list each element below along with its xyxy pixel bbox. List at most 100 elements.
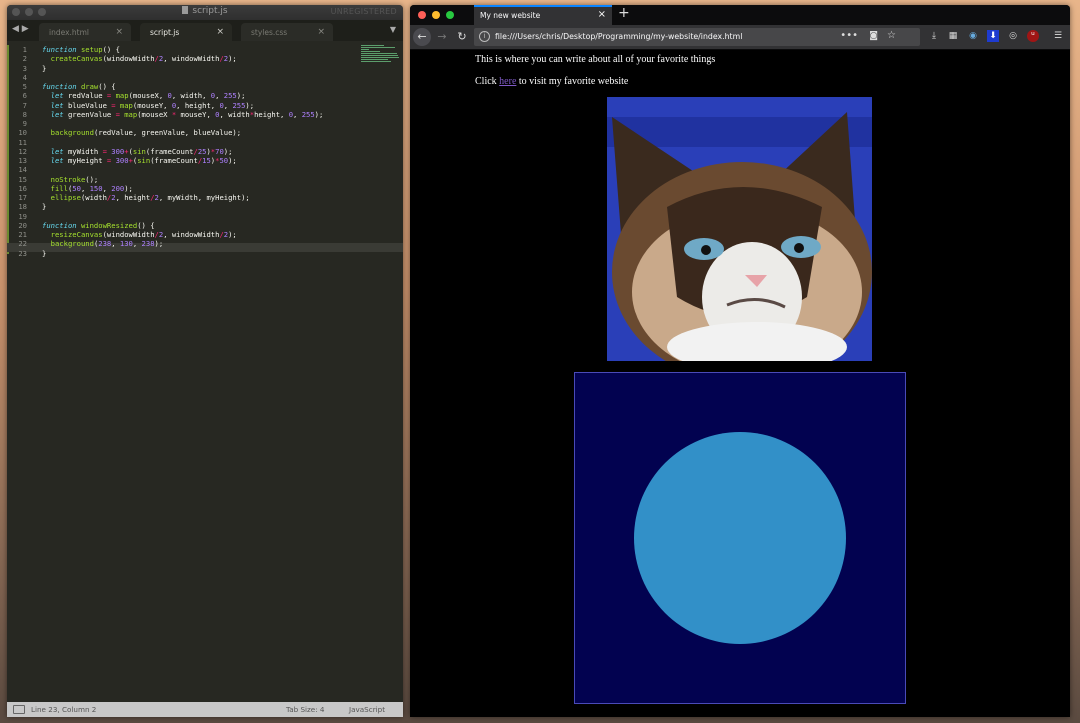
close-window-button[interactable] (418, 11, 426, 19)
code-line[interactable]: createCanvas(windowWidth/2, windowWidth/… (42, 54, 237, 63)
tab-index-html[interactable]: index.html × (39, 23, 131, 41)
close-tab-icon[interactable]: × (317, 27, 325, 37)
back-arrow-icon[interactable]: ← (413, 28, 431, 46)
line-number: 5 (22, 82, 27, 91)
code-line[interactable]: } (42, 64, 46, 73)
line-number: 21 (18, 230, 27, 239)
line-number: 22 (18, 239, 27, 249)
browser-tab-strip: My new website × + (410, 5, 1070, 25)
page-content: This is where you can write about all of… (410, 50, 1070, 717)
file-icon (182, 6, 189, 14)
url-text[interactable]: file:///Users/chris/Desktop/Programming/… (495, 32, 742, 41)
blue-ellipse (634, 432, 846, 644)
browser-window-controls (418, 11, 454, 19)
reload-icon[interactable]: ↻ (453, 28, 471, 46)
close-tab-icon[interactable]: × (598, 9, 606, 20)
line-number: 10 (18, 128, 27, 138)
ublock-icon[interactable]: ᵘ (1027, 30, 1039, 42)
navigation-toolbar: ← → ↻ i file:///Users/chris/Desktop/Prog… (410, 25, 1070, 50)
url-bar[interactable]: i file:///Users/chris/Desktop/Programmin… (474, 28, 920, 46)
tab-label: styles.css (251, 28, 288, 37)
code-line[interactable]: background(238, 130, 238); (42, 239, 164, 248)
line-number: 9 (22, 119, 27, 128)
tab-styles-css[interactable]: styles.css × (241, 23, 333, 41)
console-toggle-icon[interactable] (13, 705, 25, 714)
intro-paragraph: This is where you can write about all of… (475, 54, 716, 65)
browser-tab-title: My new website (480, 11, 541, 20)
code-area[interactable]: 1 function setup() { 2 createCanvas(window… (7, 41, 403, 702)
extension-icon[interactable]: ◎ (1007, 30, 1019, 42)
line-number: 7 (22, 100, 27, 110)
cat-face-icon (607, 97, 872, 361)
firefox-window: My new website × + ← → ↻ i file:///Users… (410, 5, 1070, 717)
syntax-selector[interactable]: JavaScript (349, 705, 385, 714)
close-tab-icon[interactable]: × (115, 27, 123, 37)
line-number: 23 (18, 248, 27, 258)
cursor-position: Line 23, Column 2 (31, 705, 97, 714)
line-number: 4 (22, 72, 27, 82)
code-line[interactable]: function setup() { (42, 45, 120, 54)
hamburger-menu-icon[interactable]: ☰ (1052, 30, 1064, 42)
code-line[interactable]: noStroke(); (42, 175, 99, 184)
line-number: 14 (18, 165, 27, 175)
extension-icon[interactable]: ◉ (967, 30, 979, 42)
page-actions-icon[interactable]: ••• (840, 30, 858, 41)
close-tab-icon[interactable]: × (216, 27, 224, 37)
line-number: 11 (18, 137, 27, 147)
favorite-website-link[interactable]: here (499, 76, 516, 87)
cat-image (607, 97, 872, 361)
line-number: 2 (22, 54, 27, 64)
line-number: 6 (22, 91, 27, 101)
line-number: 3 (22, 63, 27, 73)
line-number: 13 (18, 156, 27, 165)
zoom-window-button[interactable] (446, 11, 454, 19)
code-line[interactable]: let blueValue = map(mouseY, 0, height, 0… (42, 101, 254, 110)
info-icon[interactable]: i (479, 31, 490, 42)
code-line[interactable]: ellipse(width/2, height/2, myWidth, myHe… (42, 193, 250, 202)
tab-nav-arrows-icon[interactable]: ◀ ▶ (12, 24, 29, 34)
code-line[interactable]: let redValue = map(mouseX, 0, width, 0, … (42, 91, 246, 100)
code-line[interactable]: let myHeight = 300+(sin(frameCount/15)*5… (42, 156, 237, 165)
line-number: 16 (18, 183, 27, 193)
library-icon[interactable]: ▦ (947, 30, 959, 42)
tab-label: script.js (150, 28, 180, 37)
tab-dropdown-icon[interactable]: ▼ (390, 25, 396, 34)
click-paragraph: Click here to visit my favorite website (475, 76, 629, 87)
code-line[interactable]: } (42, 249, 46, 258)
unregistered-label: UNREGISTERED (330, 7, 397, 16)
browser-tab-my-new-website[interactable]: My new website × (474, 5, 612, 25)
new-tab-icon[interactable]: + (618, 5, 630, 21)
status-bar: Line 23, Column 2 Tab Size: 4 JavaScript (7, 702, 403, 717)
editor-titlebar: script.js UNREGISTERED (7, 5, 403, 20)
code-line[interactable]: background(redValue, greenValue, blueVal… (42, 128, 241, 137)
code-line[interactable]: let greenValue = map(mouseX * mouseY, 0,… (42, 110, 324, 119)
line-number: 20 (18, 220, 27, 230)
line-number: 1 (22, 45, 27, 54)
line-number: 8 (22, 109, 27, 119)
code-line[interactable]: let myWidth = 300+(sin(frameCount/25)*70… (42, 147, 233, 156)
sublime-editor-window: script.js UNREGISTERED ◀ ▶ index.html × … (7, 5, 403, 717)
canvas-drawing (575, 373, 905, 703)
code-line[interactable]: } (42, 202, 46, 211)
editor-tab-bar: ◀ ▶ index.html × script.js × styles.css … (7, 20, 403, 41)
tab-size-selector[interactable]: Tab Size: 4 (286, 705, 324, 714)
minimap[interactable] (361, 45, 399, 73)
minimize-window-button[interactable] (432, 11, 440, 19)
bookmark-star-icon[interactable]: ☆ (887, 30, 896, 41)
code-line[interactable]: resizeCanvas(windowWidth/2, windowWidth/… (42, 230, 237, 239)
tab-script-js[interactable]: script.js × (140, 23, 232, 41)
p5-canvas[interactable] (574, 372, 906, 704)
line-number: 17 (18, 193, 27, 202)
pocket-icon[interactable]: ◙ (869, 31, 878, 41)
line-number: 12 (18, 146, 27, 156)
forward-arrow-icon[interactable]: → (433, 28, 451, 46)
extension-icon[interactable]: ⬇ (987, 30, 999, 42)
code-line[interactable]: function draw() { (42, 82, 116, 91)
line-number: 19 (18, 211, 27, 221)
code-line[interactable]: fill(50, 150, 200); (42, 184, 133, 193)
downloads-icon[interactable]: ⤓ (928, 30, 940, 42)
line-number: 18 (18, 202, 27, 212)
line-number: 15 (18, 174, 27, 184)
tab-label: index.html (49, 28, 89, 37)
code-line[interactable]: function windowResized() { (42, 221, 155, 230)
